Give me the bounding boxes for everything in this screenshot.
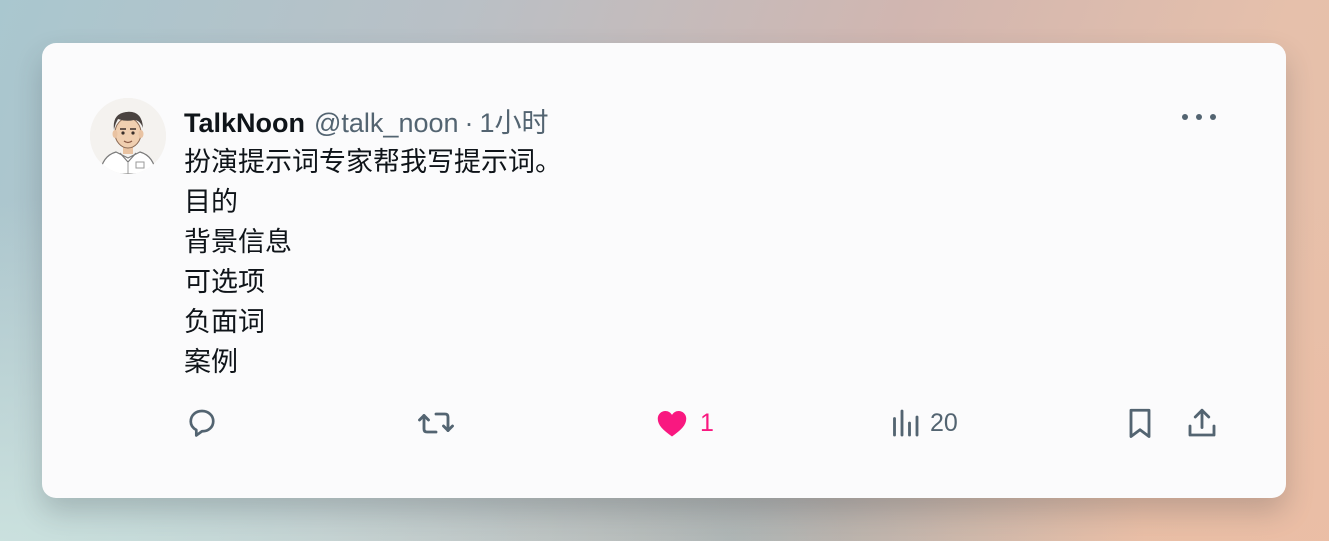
tweet-text: 扮演提示词专家帮我写提示词。 目的 背景信息 可选项 负面词 案例	[184, 143, 562, 383]
views-count: 20	[930, 408, 958, 437]
retweet-button[interactable]	[416, 403, 456, 443]
author-handle[interactable]: @talk_noon	[314, 108, 459, 139]
tweet-text-line: 负面词	[184, 307, 265, 338]
tweet-text-line: 目的	[184, 187, 238, 218]
header-separator: ·	[464, 108, 474, 138]
reply-icon	[189, 409, 215, 437]
more-options-icon[interactable]	[1182, 113, 1216, 121]
tweet-text-line: 可选项	[184, 267, 265, 298]
bookmark-icon	[1129, 408, 1151, 438]
tweet-card: TalkNoon @talk_noon · 1小时 扮演提示词专家帮我写提示词。…	[42, 43, 1286, 498]
reply-button[interactable]	[184, 403, 220, 443]
views-button[interactable]: 20	[890, 403, 958, 443]
tweet-timestamp[interactable]: 1小时	[480, 101, 549, 140]
views-chart-icon	[893, 409, 919, 437]
tweet-text-line: 背景信息	[184, 227, 292, 258]
avatar-illustration-icon	[90, 98, 166, 174]
like-button[interactable]: 1	[654, 403, 714, 443]
tweet-text-line: 扮演提示词专家帮我写提示词。	[184, 147, 562, 178]
share-button[interactable]	[1184, 403, 1220, 443]
like-count: 1	[700, 408, 714, 437]
author-name[interactable]: TalkNoon	[184, 108, 305, 139]
heart-filled-icon	[657, 411, 687, 437]
retweet-icon	[418, 412, 454, 434]
tweet-header: TalkNoon @talk_noon · 1小时	[184, 101, 549, 138]
avatar[interactable]	[90, 98, 166, 174]
tweet-text-line: 案例	[184, 347, 238, 378]
share-icon	[1188, 408, 1216, 437]
tweet-actions: 1 20	[42, 403, 1286, 443]
bookmark-button[interactable]	[1124, 403, 1156, 443]
